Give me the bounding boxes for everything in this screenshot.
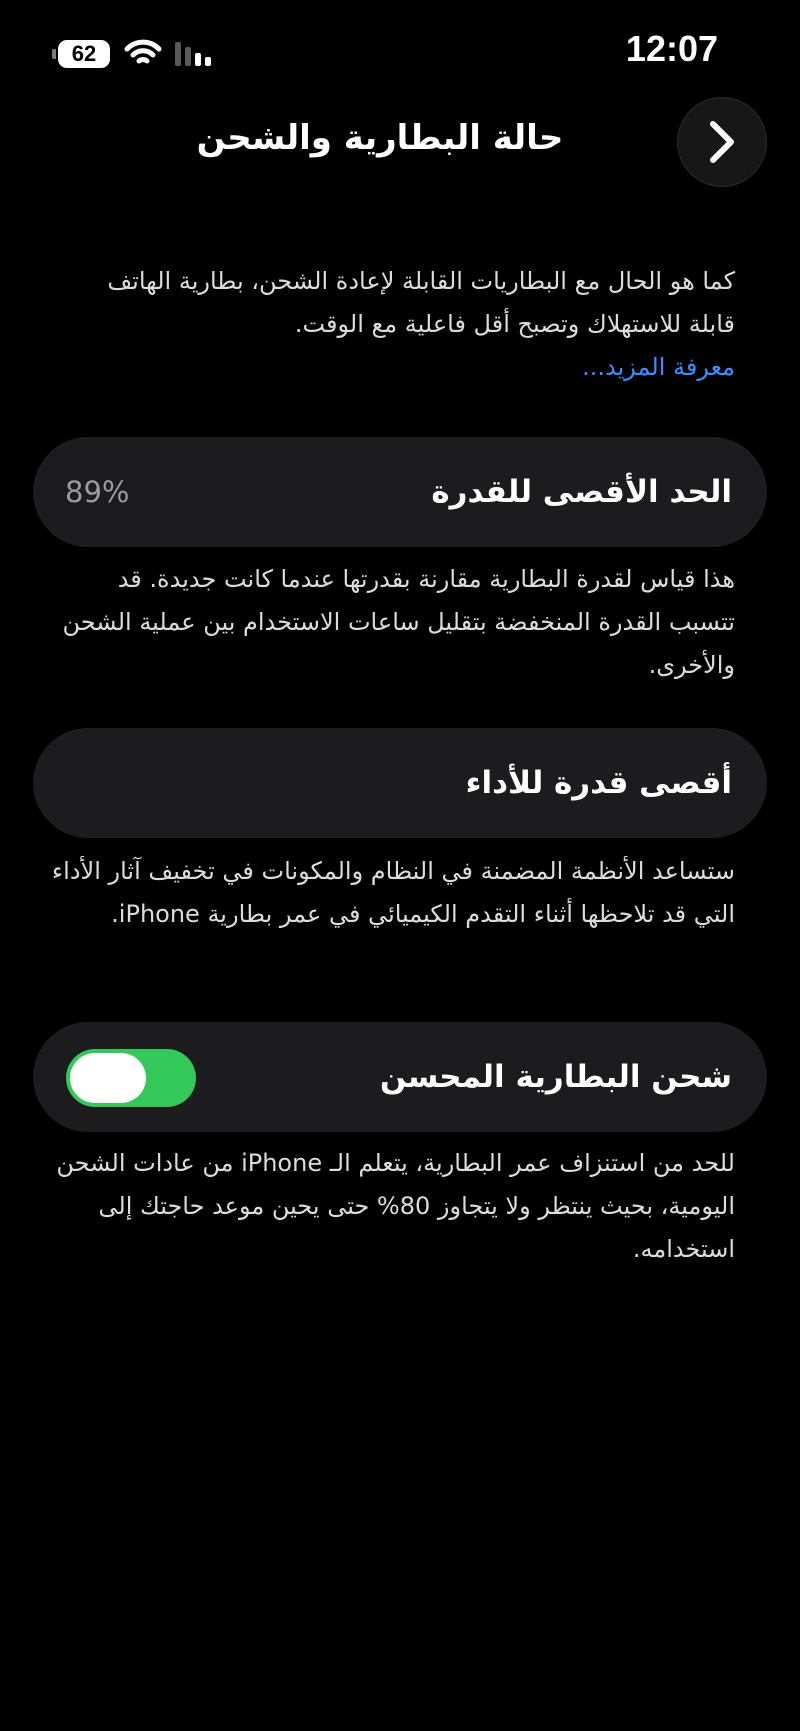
optimized-charging-row: شحن البطارية المحسن [33,1022,767,1132]
peak-performance-label: أقصى قدرة للأداء [465,765,732,801]
cellular-signal-icon [175,42,211,66]
back-button[interactable] [677,97,767,187]
maximum-capacity-description: هذا قياس لقدرة البطارية مقارنة بقدرتها ع… [62,565,735,679]
optimized-charging-description: للحد من استنزاف عمر البطارية، يتعلم الـ … [56,1149,735,1263]
maximum-capacity-value: 89% [65,475,130,509]
clock: 12:07 [625,28,718,69]
battery-icon: 62 [52,40,110,68]
status-bar: 62 12:07 [0,0,800,100]
toggle-knob [70,1053,146,1103]
intro-description: كما هو الحال مع البطاريات القابلة لإعادة… [107,267,735,338]
page-title: حالة البطارية والشحن [196,118,564,158]
peak-performance-row: أقصى قدرة للأداء [33,728,767,838]
maximum-capacity-row: الحد الأقصى للقدرة 89% [33,437,767,547]
wifi-icon [124,39,162,64]
chevron-right-icon [710,121,734,163]
battery-level: 62 [71,41,97,66]
optimized-charging-label: شحن البطارية المحسن [379,1059,732,1095]
intro-text: كما هو الحال مع البطاريات القابلة لإعادة… [95,260,735,389]
peak-performance-description: ستساعد الأنظمة المضمنة في النظام والمكون… [51,857,735,928]
learn-more-link[interactable]: معرفة المزيد... [95,346,735,389]
optimized-charging-toggle[interactable] [66,1049,196,1107]
maximum-capacity-label: الحد الأقصى للقدرة [431,474,732,510]
